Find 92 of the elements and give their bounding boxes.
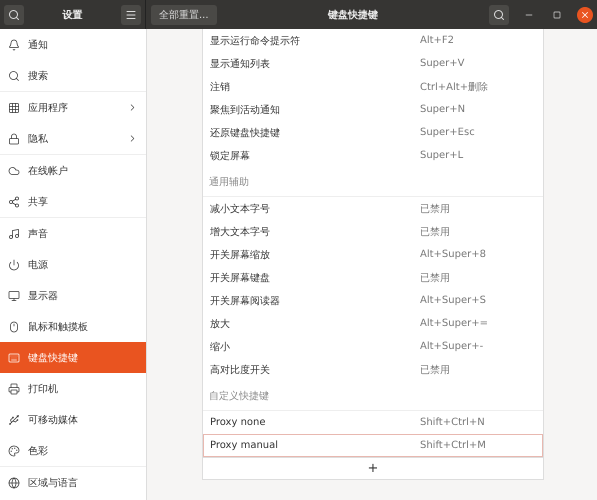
sidebar-title: 设置 [62,8,82,22]
shortcut-keys: Shift+Ctrl+M [420,440,536,451]
sidebar-item[interactable]: 共享 [0,186,146,217]
shortcut-keys: Ctrl+Alt+删除 [420,80,536,94]
shortcut-keys: Super+L [420,150,536,161]
shortcut-name: 显示运行命令提示符 [210,34,301,48]
sidebar-item[interactable]: 隐私 [0,123,146,154]
shortcut-name: 注销 [210,80,231,94]
shortcut-row[interactable]: 显示通知列表 Super+V [203,52,543,75]
reset-all-button[interactable]: 全部重置... [151,4,217,24]
printer-icon [8,382,20,394]
shortcut-row[interactable]: 聚焦到活动通知 Super+N [203,98,543,121]
sidebar-item[interactable]: 显示器 [0,280,146,311]
grid-icon [8,102,20,114]
shortcut-row[interactable]: 放大 Alt+Super+= [203,312,543,335]
globe-icon [8,476,20,488]
cloud-icon [8,164,20,176]
shortcut-row[interactable]: 开关屏幕键盘 已禁用 [203,266,543,289]
sidebar-item[interactable]: 应用程序 [0,92,146,123]
sidebar-item[interactable]: 打印机 [0,373,146,404]
sidebar-item[interactable]: 通知 [0,29,146,60]
section-title: 通用辅助 [203,167,543,197]
shortcut-name: 增大文本字号 [210,226,271,238]
monitor-icon [8,290,20,302]
shortcut-row[interactable]: 增大文本字号 已禁用 [203,220,543,243]
shortcut-name: 减小文本字号 [210,202,271,216]
search-icon [8,8,20,20]
shortcut-row[interactable]: 减小文本字号 已禁用 [203,197,543,220]
page-title: 键盘快捷键 [328,8,378,22]
shortcut-name: 高对比度开关 [210,364,271,376]
shortcut-keys: 已禁用 [420,224,536,238]
sidebar-item[interactable]: 可移动媒体 [0,404,146,435]
shortcut-name: 放大 [210,318,231,330]
search-icon [493,8,505,20]
shortcut-row[interactable]: 显示运行命令提示符 Alt+F2 [203,29,543,52]
shortcut-row[interactable]: 还原键盘快捷键 Super+Esc [203,121,543,144]
shortcut-row[interactable]: 锁定屏幕 Super+L [203,144,543,167]
menu-icon [125,8,137,20]
sidebar-item[interactable]: 声音 [0,218,146,249]
music-note-icon [8,228,20,240]
usb-drive-icon [8,414,20,426]
shortcut-keys: 已禁用 [420,202,536,216]
sidebar-item[interactable]: 色彩 [0,435,146,466]
menu-button[interactable] [121,4,141,24]
shortcut-name: 锁定屏幕 [210,150,251,162]
power-icon [8,258,20,270]
shortcut-keys: Alt+Super+= [420,318,536,329]
mouse-icon [8,320,20,332]
shortcut-name: 开关屏幕键盘 [210,272,271,284]
search-button[interactable] [4,4,24,24]
shortcut-row[interactable]: Proxy manual Shift+Ctrl+M [203,434,543,457]
shortcut-row[interactable]: 开关屏幕阅读器 Alt+Super+S [203,289,543,312]
shortcut-row[interactable]: Proxy none Shift+Ctrl+N [203,411,543,434]
shortcut-keys: Alt+Super+S [420,295,536,306]
shortcut-keys: 已禁用 [420,270,536,284]
shortcut-name: 聚焦到活动通知 [210,104,281,116]
shortcut-keys: Super+N [420,104,536,115]
keyboard-icon [8,352,20,364]
shortcut-row[interactable]: 注销 Ctrl+Alt+删除 [203,75,543,98]
shortcut-name: 开关屏幕缩放 [210,248,271,262]
sidebar-item[interactable]: 鼠标和触摸板 [0,311,146,342]
palette-icon [8,444,20,456]
shortcut-row[interactable]: 缩小 Alt+Super+- [203,335,543,358]
sidebar-item[interactable]: 在线帐户 [0,155,146,186]
share-icon [8,196,20,208]
shortcut-keys: Alt+Super+- [420,341,536,352]
sidebar-item[interactable]: 键盘快捷键 [0,342,146,373]
shortcut-name: 显示通知列表 [210,58,271,70]
maximize-icon [553,10,561,18]
shortcut-keys: Alt+F2 [420,35,536,46]
shortcut-name: 缩小 [210,340,231,354]
shortcut-keys: 已禁用 [420,362,536,376]
bell-icon [8,38,20,50]
section-title: 自定义快捷键 [203,381,543,411]
shortcut-name: 开关屏幕阅读器 [210,294,281,308]
shortcut-keys: Super+V [420,58,536,69]
sidebar-item[interactable]: 电源 [0,249,146,280]
shortcut-keys: Shift+Ctrl+N [420,417,536,428]
shortcut-keys: Super+Esc [420,127,536,138]
search-icon [8,70,20,82]
shortcut-name: Proxy manual [210,440,280,451]
close-button[interactable] [577,6,593,22]
sidebar-item[interactable]: 搜索 [0,60,146,91]
sidebar-item[interactable]: 区域与语言 [0,467,146,498]
search-button[interactable] [489,4,509,24]
shortcut-keys: Alt+Super+8 [420,249,536,260]
shortcut-row[interactable]: 高对比度开关 已禁用 [203,358,543,381]
shortcut-name: 还原键盘快捷键 [210,126,281,140]
shortcut-name: Proxy none [210,417,267,428]
lock-icon [8,132,20,144]
close-icon [580,10,590,20]
shortcut-row[interactable]: 开关屏幕缩放 Alt+Super+8 [203,243,543,266]
